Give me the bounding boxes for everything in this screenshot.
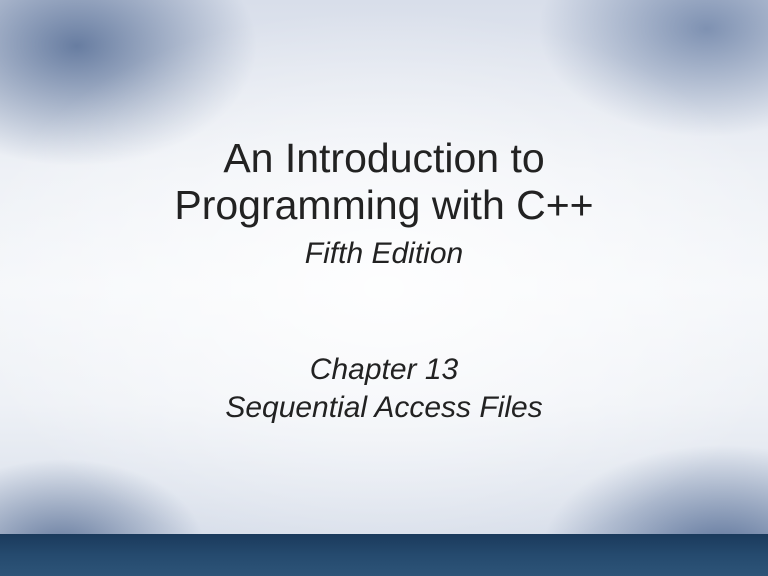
chapter-number: Chapter 13	[225, 351, 542, 389]
slide-content: An Introduction to Programming with C++ …	[0, 0, 768, 576]
edition-text: Fifth Edition	[174, 237, 593, 271]
title-block: An Introduction to Programming with C++ …	[174, 135, 593, 271]
title-line-1: An Introduction to	[174, 135, 593, 182]
subtitle-block: Chapter 13 Sequential Access Files	[225, 351, 542, 426]
title-line-2: Programming with C++	[174, 182, 593, 229]
slide-background: An Introduction to Programming with C++ …	[0, 0, 768, 576]
chapter-topic: Sequential Access Files	[225, 389, 542, 427]
